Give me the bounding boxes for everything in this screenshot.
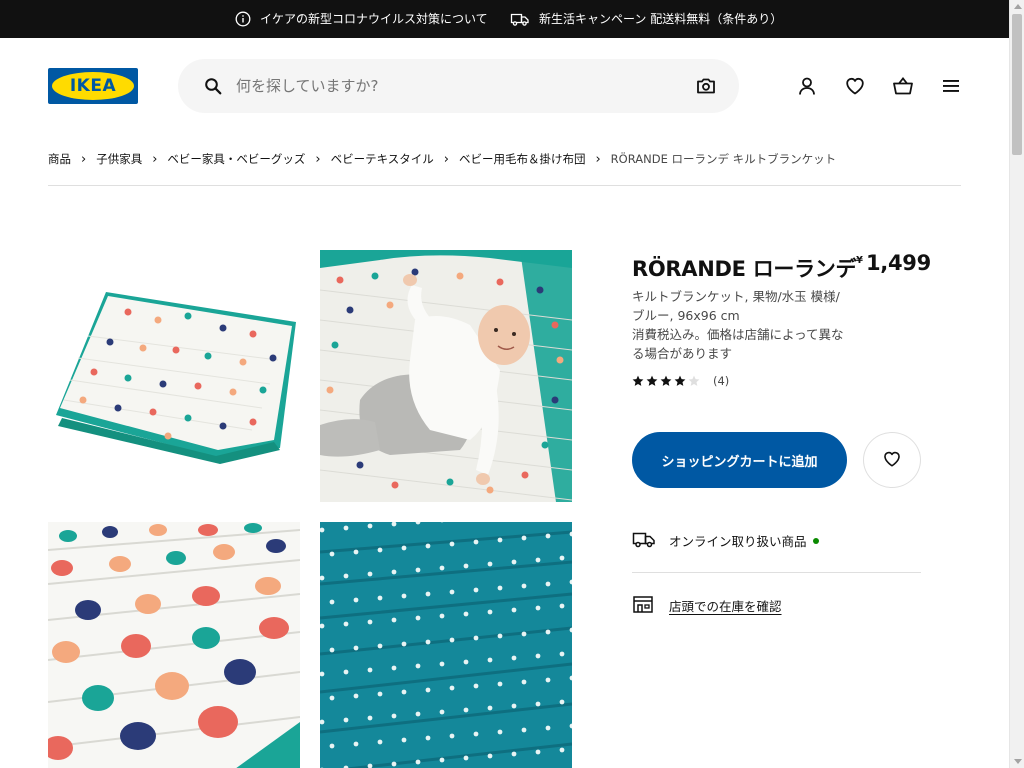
scroll-up-arrow-icon[interactable] [1014, 4, 1022, 9]
tax-note-line-2: る場合があります [632, 346, 733, 361]
breadcrumb-kids-furniture[interactable]: 子供家具 [96, 151, 142, 167]
store-stock-label: 店頭での在庫を確認 [669, 599, 782, 614]
announcement-bar: イケアの新型コロナウイルス対策について 新生活キャンペーン 配送料無料（条件あり… [0, 0, 1009, 38]
tax-note-line-1: 消費税込み。価格は店舗によって異な [632, 327, 844, 342]
covid-notice-link[interactable]: イケアの新型コロナウイルス対策について [235, 10, 488, 27]
shipping-campaign-link[interactable]: 新生活キャンペーン 配送料無料（条件あり） [510, 10, 782, 27]
heart-icon [883, 450, 901, 471]
store-stock-link[interactable]: 店頭での在庫を確認 [632, 594, 782, 617]
scrollbar-thumb[interactable] [1012, 14, 1022, 155]
folded-blanket-photo[interactable] [48, 250, 300, 502]
logo-text: IKEA [69, 76, 117, 96]
online-label: オンライン取り扱い商品 [669, 534, 807, 549]
scroll-down-arrow-icon[interactable] [1014, 759, 1022, 764]
divider [48, 185, 961, 186]
product-rating[interactable]: (4) [632, 374, 729, 388]
dot-pattern-reverse-photo[interactable] [320, 522, 572, 768]
chevron-right-icon: › [595, 151, 601, 167]
search-input[interactable] [236, 73, 676, 99]
chevron-right-icon: › [152, 151, 158, 167]
camera-search-icon[interactable] [696, 76, 716, 100]
rating-stars [632, 375, 700, 387]
description-line-1: キルトブランケット, 果物/水玉 模様/ [632, 289, 840, 304]
delivery-truck-icon [510, 11, 530, 27]
search-bar [178, 59, 739, 113]
chevron-right-icon: › [315, 151, 321, 167]
add-to-favorites-button[interactable] [863, 432, 921, 488]
description-line-2: ブルー, 96x96 cm [632, 308, 740, 323]
shipping-campaign-text: 新生活キャンペーン 配送料無料（条件あり） [539, 12, 783, 26]
info-icon [235, 11, 251, 27]
baby-on-blanket-photo[interactable] [320, 250, 572, 502]
user-icon[interactable] [795, 74, 819, 98]
covid-notice-text: イケアの新型コロナウイルス対策について [260, 12, 488, 26]
search-icon[interactable] [204, 77, 222, 99]
chevron-right-icon: › [81, 151, 87, 167]
review-count: (4) [713, 374, 730, 388]
star-filled-icon [632, 375, 644, 386]
page-scrollbar[interactable] [1009, 0, 1024, 768]
currency-symbol: ¥ [856, 255, 863, 266]
product-title: RÖRANDE ローランデ [632, 257, 857, 281]
breadcrumb-baby-textiles[interactable]: ベビーテキスタイル [331, 151, 434, 167]
star-empty-icon [688, 375, 700, 386]
store-icon [632, 594, 654, 617]
price-amount: 1,499 [865, 251, 931, 275]
fruit-pattern-closeup-photo[interactable] [48, 522, 300, 768]
star-filled-icon [660, 375, 672, 386]
menu-icon[interactable] [939, 74, 963, 98]
star-filled-icon [646, 375, 658, 386]
ikea-logo[interactable]: IKEA [48, 68, 138, 104]
star-filled-icon [674, 375, 686, 386]
breadcrumb: 商品 › 子供家具 › ベビー家具・ベビーグッズ › ベビーテキスタイル › ベ… [48, 151, 836, 167]
breadcrumb-baby-furniture[interactable]: ベビー家具・ベビーグッズ [167, 151, 305, 167]
product-description: キルトブランケット, 果物/水玉 模様/ ブルー, 96x96 cm [632, 287, 862, 325]
delivery-truck-icon [632, 529, 656, 552]
chevron-right-icon: › [443, 151, 449, 167]
divider [632, 572, 921, 573]
breadcrumb-current: RÖRANDE ローランデ キルトブランケット [610, 152, 837, 166]
add-to-cart-button[interactable]: ショッピングカートに追加 [632, 432, 847, 488]
product-price: ¥ 1,499 [856, 251, 931, 275]
availability-status-dot [812, 537, 819, 544]
shopping-bag-icon[interactable] [891, 74, 915, 98]
tax-note: 消費税込み。価格は店舗によって異な る場合があります [632, 325, 864, 363]
online-availability: オンライン取り扱い商品 [632, 529, 819, 552]
breadcrumb-baby-blankets[interactable]: ベビー用毛布＆掛け布団 [459, 151, 586, 167]
heart-icon[interactable] [843, 74, 867, 98]
breadcrumb-products[interactable]: 商品 [48, 151, 71, 167]
